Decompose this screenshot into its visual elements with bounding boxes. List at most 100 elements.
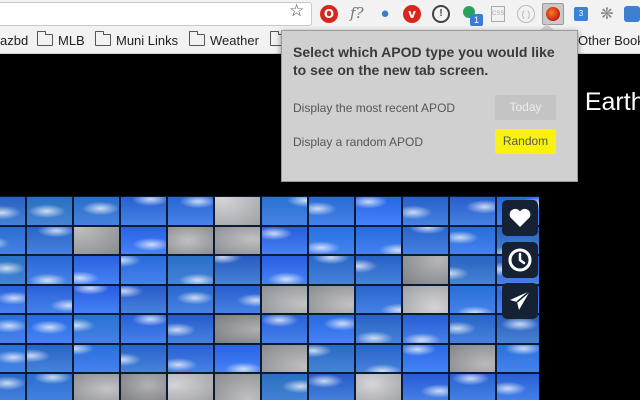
folder-icon — [95, 31, 111, 46]
sky-tile — [214, 284, 261, 314]
react-icon[interactable]: ❋ — [598, 5, 616, 23]
bookmark-ribbon-icon[interactable] — [624, 6, 640, 22]
bookmark-label: MLB — [58, 33, 85, 48]
info-icon[interactable]: ! — [432, 5, 450, 23]
sky-tile — [120, 373, 167, 400]
sky-tile — [355, 373, 402, 400]
sky-tile — [167, 343, 214, 373]
sky-tile — [308, 373, 355, 400]
sky-tile — [214, 196, 261, 226]
other-bookmarks[interactable]: Other Book — [578, 33, 640, 49]
sky-tile — [261, 196, 308, 226]
paper-plane-icon — [510, 290, 531, 310]
popup-title: Select which APOD type you would like to… — [293, 44, 555, 78]
sky-tile — [0, 284, 26, 314]
sky-tile — [402, 373, 449, 400]
sky-tile — [26, 196, 73, 226]
sky-tile — [261, 373, 308, 400]
today-button[interactable]: Today — [495, 95, 556, 120]
sky-tile — [167, 255, 214, 285]
sky-tile — [73, 284, 120, 314]
sky-tile — [449, 343, 496, 373]
sky-tile — [167, 284, 214, 314]
sky-tile — [355, 314, 402, 344]
history-button[interactable] — [502, 242, 538, 278]
sky-tile — [402, 343, 449, 373]
sky-tile — [355, 343, 402, 373]
extension-badge: 1 — [470, 14, 483, 26]
sky-tile — [308, 255, 355, 285]
grey-circle-icon[interactable]: ( ) — [517, 5, 535, 23]
favorite-button[interactable] — [502, 200, 538, 236]
sky-tile — [496, 343, 539, 373]
sky-tile — [355, 196, 402, 226]
bookmark-folder-muni-links[interactable]: Muni Links — [95, 31, 179, 49]
sky-tile — [261, 255, 308, 285]
sky-mosaic-image — [0, 196, 539, 400]
sky-tile — [214, 225, 261, 255]
sky-tile — [355, 255, 402, 285]
apod-extension-icon[interactable] — [542, 3, 564, 25]
sky-tile — [120, 225, 167, 255]
sky-tile — [402, 284, 449, 314]
sky-tile — [308, 343, 355, 373]
address-bar[interactable] — [0, 2, 312, 26]
sky-tile — [120, 314, 167, 344]
sky-tile — [355, 284, 402, 314]
css-icon[interactable]: CSS — [491, 6, 505, 22]
sky-tile — [449, 196, 496, 226]
opera-icon[interactable]: O — [320, 5, 338, 23]
sky-tile — [167, 373, 214, 400]
sky-tile — [167, 196, 214, 226]
sky-tile — [26, 373, 73, 400]
sky-tile — [355, 225, 402, 255]
sky-tile — [120, 255, 167, 285]
sky-tile — [0, 314, 26, 344]
sky-tile — [214, 373, 261, 400]
sky-tile — [167, 225, 214, 255]
sky-tile — [449, 255, 496, 285]
sky-tile — [496, 373, 539, 400]
apod-options-popup: Select which APOD type you would like to… — [281, 30, 578, 182]
sky-tile — [261, 225, 308, 255]
sky-tile — [120, 284, 167, 314]
sky-tile — [449, 373, 496, 400]
vivaldi-icon[interactable]: v — [403, 5, 421, 23]
sky-tile — [308, 284, 355, 314]
sky-tile — [26, 314, 73, 344]
sky-tile — [449, 314, 496, 344]
sky-tile — [449, 284, 496, 314]
bookmark-partial-left[interactable]: azbd — [0, 33, 28, 49]
random-button[interactable]: Random — [495, 129, 556, 154]
clock-icon — [508, 248, 532, 272]
sky-tile — [308, 196, 355, 226]
drop-icon[interactable]: ● — [376, 5, 394, 23]
sky-tile — [73, 255, 120, 285]
bookmark-label: Muni Links — [116, 33, 179, 48]
folder-icon — [37, 31, 53, 46]
option-recent-label: Display the most recent APOD — [293, 101, 456, 115]
bookmark-folder-mlb[interactable]: MLB — [37, 31, 85, 49]
folder-icon — [189, 31, 205, 46]
sky-tile — [0, 343, 26, 373]
sky-tile — [402, 196, 449, 226]
share-button[interactable] — [502, 283, 538, 319]
sky-tile — [26, 343, 73, 373]
sky-tile — [167, 314, 214, 344]
sky-tile — [261, 314, 308, 344]
sky-tile — [73, 373, 120, 400]
sky-tile — [73, 314, 120, 344]
sky-tile — [0, 196, 26, 226]
sky-tile — [402, 225, 449, 255]
font-icon[interactable]: f? — [350, 4, 368, 22]
blue-box-icon[interactable]: 3 — [574, 7, 588, 21]
sky-tile — [449, 225, 496, 255]
bookmark-star-icon[interactable]: ☆ — [289, 3, 304, 20]
sky-tile — [214, 343, 261, 373]
sky-tile — [214, 255, 261, 285]
sky-tile — [73, 225, 120, 255]
bookmark-folder-weather[interactable]: Weather — [189, 31, 259, 49]
bookmark-label: Weather — [210, 33, 259, 48]
sky-tile — [0, 225, 26, 255]
sky-tile — [308, 314, 355, 344]
